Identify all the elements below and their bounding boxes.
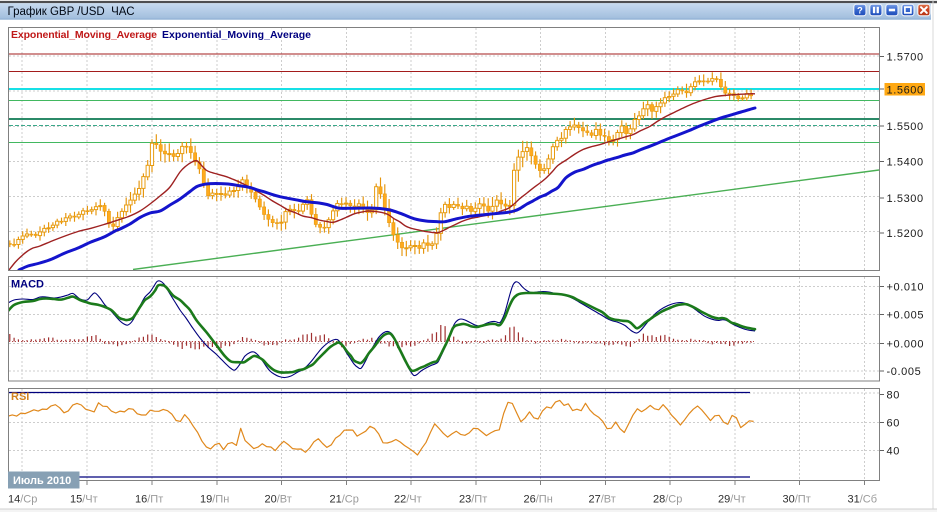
svg-text:22/Чт: 22/Чт bbox=[394, 494, 422, 506]
svg-text:21/Ср: 21/Ср bbox=[330, 494, 359, 506]
svg-text:+0.005: +0.005 bbox=[887, 310, 925, 322]
svg-text:26/Пн: 26/Пн bbox=[524, 494, 553, 506]
svg-text:1.5200: 1.5200 bbox=[887, 228, 924, 240]
svg-text:1.5500: 1.5500 bbox=[887, 121, 924, 133]
svg-text:27/Вт: 27/Вт bbox=[589, 494, 616, 506]
svg-text:Июль 2010: Июль 2010 bbox=[13, 475, 71, 487]
svg-text:19/Пн: 19/Пн bbox=[200, 494, 229, 506]
svg-text:Exponential_Moving_Average: Exponential_Moving_Average bbox=[162, 29, 311, 41]
svg-text:1.5700: 1.5700 bbox=[887, 51, 924, 63]
svg-text:15/Чт: 15/Чт bbox=[70, 494, 98, 506]
svg-text:RSI: RSI bbox=[11, 391, 29, 403]
svg-text:+0.010: +0.010 bbox=[887, 282, 925, 294]
svg-text:1.5600: 1.5600 bbox=[887, 84, 924, 96]
svg-text:29/Чт: 29/Чт bbox=[718, 494, 746, 506]
svg-text:20/Вт: 20/Вт bbox=[265, 494, 292, 506]
svg-text:31/Сб: 31/Сб bbox=[848, 494, 878, 506]
svg-text:23/Пт: 23/Пт bbox=[459, 494, 487, 506]
svg-text:80: 80 bbox=[887, 389, 900, 401]
svg-text:30/Пт: 30/Пт bbox=[783, 494, 811, 506]
svg-text:60: 60 bbox=[887, 418, 900, 430]
svg-text:14/Ср: 14/Ср bbox=[8, 494, 37, 506]
svg-text:MACD: MACD bbox=[11, 279, 44, 291]
svg-text:1.5400: 1.5400 bbox=[887, 157, 924, 169]
svg-text:+0.000: +0.000 bbox=[887, 339, 925, 351]
svg-text:16/Пт: 16/Пт bbox=[135, 494, 163, 506]
svg-text:?: ? bbox=[857, 5, 863, 16]
svg-text:Exponential_Moving_Average: Exponential_Moving_Average bbox=[11, 29, 157, 41]
svg-text:28/Ср: 28/Ср bbox=[653, 494, 682, 506]
svg-text:1.5300: 1.5300 bbox=[887, 193, 924, 205]
svg-text:График GBP /USD ЧАС: График GBP /USD ЧАС bbox=[8, 6, 135, 18]
svg-text:40: 40 bbox=[887, 446, 900, 458]
svg-text:-0.005: -0.005 bbox=[887, 366, 922, 378]
